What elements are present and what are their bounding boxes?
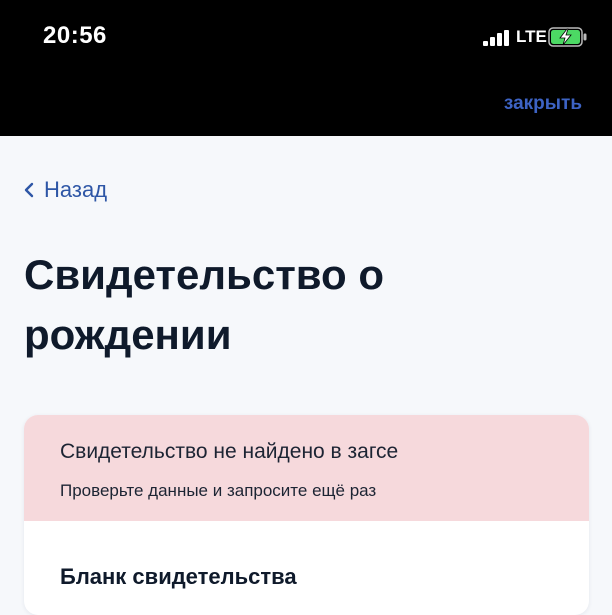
- certificate-card: Свидетельство не найдено в загсе Проверь…: [24, 415, 589, 615]
- page-title: Свидетельство о рождении: [24, 251, 385, 358]
- back-label: Назад: [44, 177, 108, 202]
- alert-title: Свидетельство не найдено в загсе: [60, 440, 399, 463]
- alert-subtitle: Проверьте данные и запросите ещё раз: [60, 481, 377, 500]
- back-button[interactable]: Назад: [24, 177, 107, 203]
- signal-bars-icon: [483, 30, 509, 46]
- error-alert: Свидетельство не найдено в загсе Проверь…: [24, 415, 589, 521]
- section-title: Бланк свидетельства: [60, 564, 297, 589]
- close-button[interactable]: закрыть: [504, 93, 582, 115]
- battery-charging-icon: [548, 27, 587, 47]
- top-bar: 20:56 LTE закрыть: [0, 0, 612, 136]
- network-label: LTE: [516, 27, 547, 46]
- status-time: 20:56: [43, 22, 107, 49]
- chevron-left-icon: [24, 182, 34, 198]
